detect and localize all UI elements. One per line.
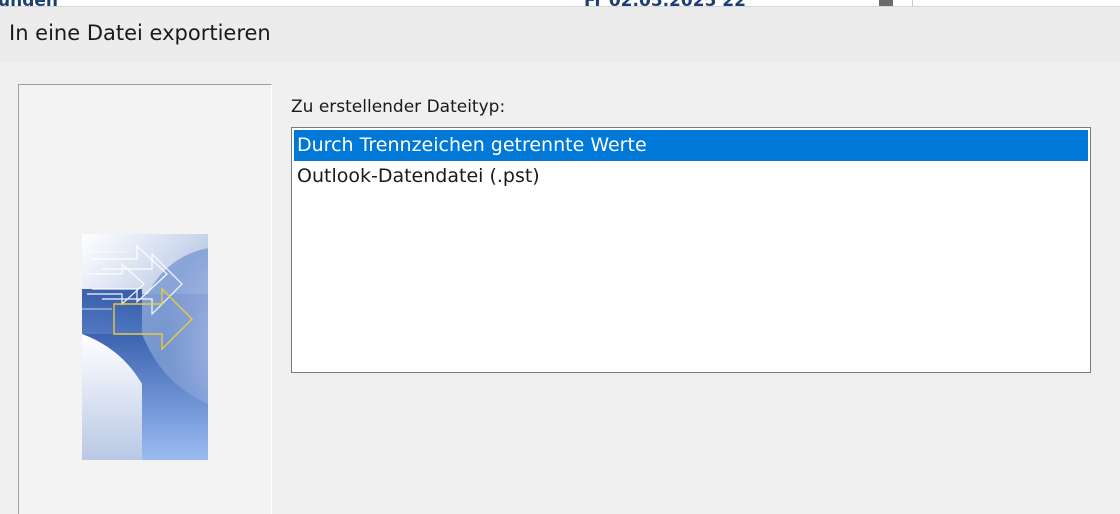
- dialog-title: In eine Datei exportieren: [9, 21, 271, 45]
- dialog-titlebar[interactable]: In eine Datei exportieren: [0, 6, 1120, 62]
- filetype-label: Zu erstellender Dateityp:: [291, 97, 506, 117]
- wizard-arrows-graphic-icon: [82, 234, 208, 460]
- wizard-side-panel: [18, 84, 272, 514]
- filetype-listbox[interactable]: Durch Trennzeichen getrennte Werte Outlo…: [291, 127, 1091, 373]
- dialog-content: Zu erstellender Dateityp: Durch Trennzei…: [0, 62, 1120, 514]
- filetype-item-pst[interactable]: Outlook-Datendatei (.pst): [294, 161, 1088, 192]
- filetype-item-csv[interactable]: Durch Trennzeichen getrennte Werte: [294, 130, 1088, 161]
